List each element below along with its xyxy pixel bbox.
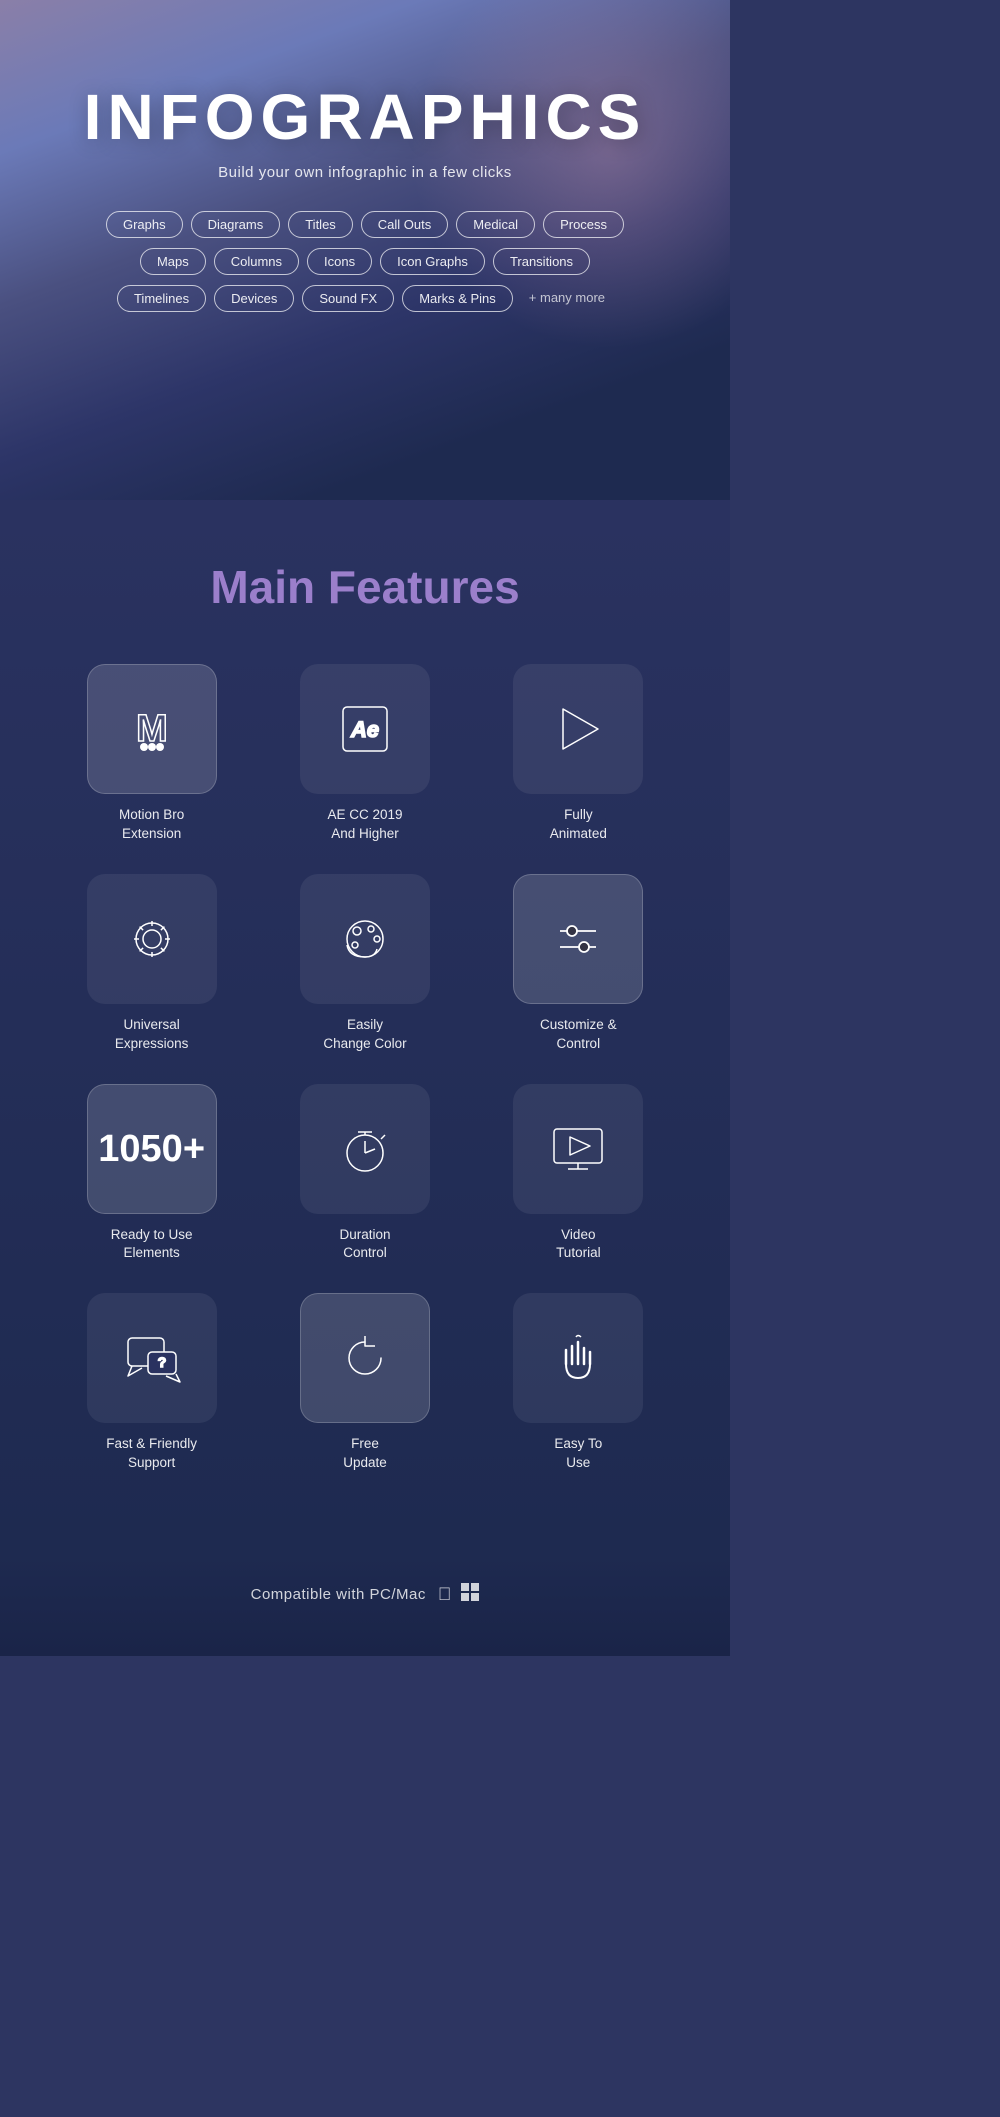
feature-icon-box-change-color [300, 874, 430, 1004]
tag-icon-graphs[interactable]: Icon Graphs [380, 248, 485, 275]
feature-icon-box-elements: 1050+ [87, 1084, 217, 1214]
hero-title: INFOGRAPHICS [84, 80, 647, 154]
feature-label-free-update: Free Update [343, 1435, 387, 1473]
hero-section: INFOGRAPHICS Build your own infographic … [0, 0, 730, 500]
feature-label-video-tutorial: Video Tutorial [556, 1226, 601, 1264]
feature-item-elements: 1050+ Ready to Use Elements [55, 1084, 248, 1264]
feature-icon-box-support: ? [87, 1293, 217, 1423]
compat-icons:  [438, 1583, 480, 1606]
feature-label-ae-cc: AE CC 2019 And Higher [327, 806, 402, 844]
section-title: Main Features [210, 560, 519, 614]
tag-titles[interactable]: Titles [288, 211, 353, 238]
tag-graphs[interactable]: Graphs [106, 211, 183, 238]
feature-item-customize: Customize & Control [482, 874, 675, 1054]
section-title-purple: Features [328, 561, 520, 613]
tag-columns[interactable]: Columns [214, 248, 299, 275]
section-title-white: Main [210, 561, 328, 613]
feature-item-free-update: Free Update [268, 1293, 461, 1473]
tag-marks--pins[interactable]: Marks & Pins [402, 285, 513, 312]
tags-container: Graphs Diagrams Titles Call Outs Medical Proc… [106, 211, 624, 312]
feature-item-motion-bro: M Motion Bro Extension [55, 664, 248, 844]
feature-icon-box-customize [513, 874, 643, 1004]
feature-number: 1050+ [98, 1130, 205, 1168]
tag-transitions[interactable]: Transitions [493, 248, 590, 275]
feature-label-support: Fast & Friendly Support [106, 1435, 197, 1473]
tag-more: + many more [521, 285, 613, 312]
features-section: Main Features M Motion Bro Extension Ae AE … [0, 500, 730, 1553]
tags-row-2: Maps Columns Icons Icon Graphs Transitions [140, 248, 590, 275]
feature-item-fully-animated: Fully Animated [482, 664, 675, 844]
feature-item-ae-cc: Ae AE CC 2019 And Higher [268, 664, 461, 844]
feature-item-easy-to-use: Easy To Use [482, 1293, 675, 1473]
tag-diagrams[interactable]: Diagrams [191, 211, 281, 238]
compat-section: Compatible with PC/Mac  [0, 1553, 730, 1656]
tags-row-1: Graphs Diagrams Titles Call Outs Medical Proc… [106, 211, 624, 238]
windows-icon [461, 1583, 479, 1606]
apple-icon:  [438, 1584, 452, 1605]
feature-icon-box-duration [300, 1084, 430, 1214]
feature-label-easy-to-use: Easy To Use [554, 1435, 602, 1473]
feature-item-video-tutorial: Video Tutorial [482, 1084, 675, 1264]
tag-timelines[interactable]: Timelines [117, 285, 206, 312]
feature-item-support: ? Fast & Friendly Support [55, 1293, 248, 1473]
feature-icon-box-fully-animated [513, 664, 643, 794]
hero-subtitle: Build your own infographic in a few clic… [218, 164, 512, 181]
feature-item-universal: Universal Expressions [55, 874, 248, 1054]
feature-item-duration: Duration Control [268, 1084, 461, 1264]
feature-label-elements: Ready to Use Elements [111, 1226, 193, 1264]
svg-text:?: ? [157, 1354, 166, 1370]
feature-icon-box-free-update [300, 1293, 430, 1423]
feature-icon-box-motion-bro: M [87, 664, 217, 794]
feature-label-change-color: Easily Change Color [323, 1016, 406, 1054]
tag-sound-fx[interactable]: Sound FX [302, 285, 394, 312]
feature-icon-box-universal [87, 874, 217, 1004]
feature-label-fully-animated: Fully Animated [550, 806, 607, 844]
feature-item-change-color: Easily Change Color [268, 874, 461, 1054]
feature-label-duration: Duration Control [339, 1226, 390, 1264]
tag-icons[interactable]: Icons [307, 248, 372, 275]
svg-text:Ae: Ae [350, 717, 379, 742]
tag-call-outs[interactable]: Call Outs [361, 211, 448, 238]
tag-maps[interactable]: Maps [140, 248, 206, 275]
feature-icon-box-ae-cc: Ae [300, 664, 430, 794]
features-grid: M Motion Bro Extension Ae AE CC 2019 And Hi… [55, 664, 675, 1473]
feature-label-universal: Universal Expressions [115, 1016, 189, 1054]
feature-icon-box-easy-to-use [513, 1293, 643, 1423]
tag-medical[interactable]: Medical [456, 211, 535, 238]
tag-process[interactable]: Process [543, 211, 624, 238]
tags-row-3: Timelines Devices Sound FX Marks & Pins + ma… [117, 285, 613, 312]
feature-icon-box-video-tutorial [513, 1084, 643, 1214]
feature-label-motion-bro: Motion Bro Extension [119, 806, 184, 844]
compat-text: Compatible with PC/Mac [251, 1586, 426, 1603]
feature-label-customize: Customize & Control [540, 1016, 617, 1054]
tag-devices[interactable]: Devices [214, 285, 294, 312]
